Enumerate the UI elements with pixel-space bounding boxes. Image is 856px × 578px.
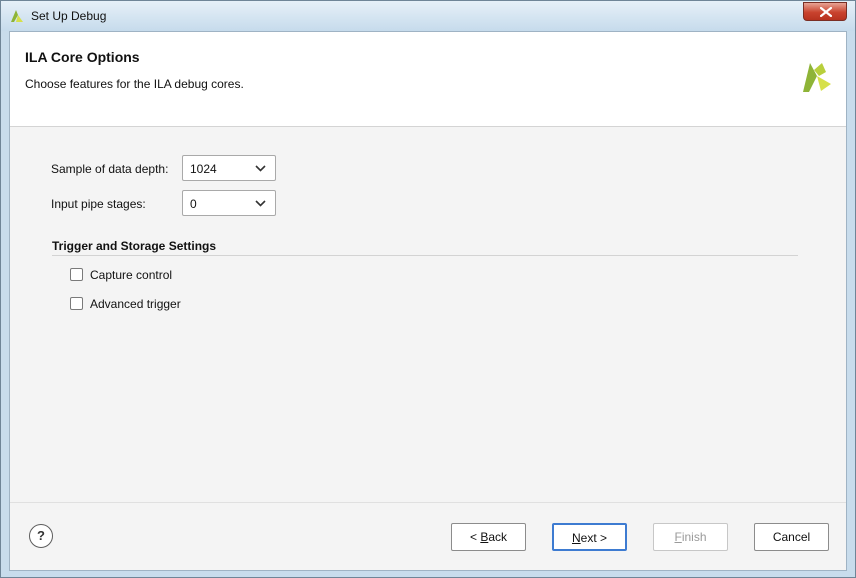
help-button[interactable]: ?	[29, 524, 53, 548]
depth-select-value: 1024	[190, 162, 217, 176]
finish-button-mnemonic: F	[674, 530, 682, 544]
pipe-stages-select[interactable]: 0	[182, 190, 276, 216]
window-title: Set Up Debug	[31, 9, 107, 23]
window-close-button[interactable]	[803, 2, 847, 21]
setup-debug-window: Set Up Debug ILA Core Options Choose fea…	[0, 0, 856, 578]
cancel-button[interactable]: Cancel	[754, 523, 829, 551]
dialog-body: ILA Core Options Choose features for the…	[9, 31, 847, 571]
section-divider	[52, 255, 798, 256]
next-button[interactable]: Next >	[552, 523, 627, 551]
advanced-trigger-checkbox[interactable]	[70, 297, 83, 310]
pipe-stages-select-value: 0	[190, 197, 197, 211]
next-button-rest: ext >	[580, 531, 608, 545]
title-bar[interactable]: Set Up Debug	[1, 1, 855, 31]
back-button-rest: ack	[488, 530, 508, 544]
xilinx-logo-icon	[803, 63, 831, 92]
chevron-down-icon	[255, 165, 266, 172]
wizard-header: ILA Core Options Choose features for the…	[10, 32, 846, 127]
advanced-trigger-label[interactable]: Advanced trigger	[90, 297, 181, 311]
depth-select[interactable]: 1024	[182, 155, 276, 181]
capture-control-label[interactable]: Capture control	[90, 268, 172, 282]
chevron-down-icon	[255, 200, 266, 207]
page-title: ILA Core Options	[25, 49, 140, 65]
next-button-mnemonic: N	[571, 531, 581, 545]
pipe-stages-label: Input pipe stages:	[51, 197, 146, 211]
finish-button[interactable]: Finish	[653, 523, 728, 551]
finish-button-rest: inish	[681, 530, 707, 544]
footer-divider	[10, 502, 846, 503]
trigger-section-title: Trigger and Storage Settings	[52, 239, 217, 253]
page-subtitle: Choose features for the ILA debug cores.	[25, 77, 244, 91]
back-button-prefix: <	[469, 530, 481, 544]
close-icon	[820, 7, 832, 17]
depth-label: Sample of data depth:	[51, 162, 169, 176]
capture-control-checkbox[interactable]	[70, 268, 83, 281]
back-button[interactable]: < Back	[451, 523, 526, 551]
xilinx-logo-icon	[11, 10, 23, 22]
